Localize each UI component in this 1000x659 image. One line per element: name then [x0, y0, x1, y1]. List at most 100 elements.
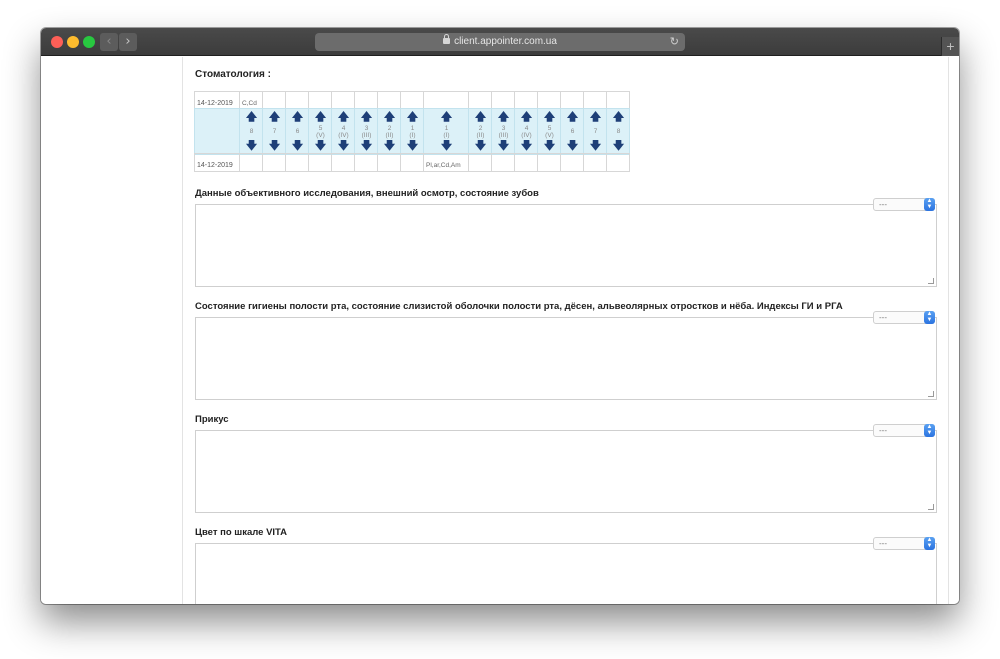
close-window-button[interactable] [51, 36, 63, 48]
arrow-down-icon[interactable]: 🡇 [538, 140, 561, 152]
arrow-down-icon[interactable]: 🡇 [607, 140, 630, 152]
tooth-cell[interactable]: 🡅 5 (V) 🡇 [308, 108, 332, 155]
arrow-up-icon[interactable]: 🡅 [538, 111, 561, 123]
tooth-label: 3 (III) [492, 125, 515, 139]
arrow-down-icon[interactable]: 🡇 [332, 140, 355, 152]
tooth-cell[interactable]: 🡅 6 🡇 [560, 108, 584, 155]
tooth-number-primary: (II) [476, 132, 485, 139]
field-textarea[interactable] [195, 543, 937, 604]
select-chevrons-icon[interactable]: ▲ ▼ [924, 424, 935, 437]
tooth-cell[interactable]: 🡅 2 (II) 🡇 [377, 108, 401, 155]
tooth-number: 6 [295, 128, 300, 135]
tooth-cell[interactable]: 🡅 3 (III) 🡇 [354, 108, 378, 155]
field-textarea[interactable] [195, 430, 937, 513]
reload-icon[interactable]: ↻ [670, 33, 679, 51]
arrow-down-icon[interactable]: 🡇 [424, 140, 469, 152]
tooth-cell[interactable]: 🡅 5 (V) 🡇 [537, 108, 561, 155]
tooth-cell[interactable]: 🡅 6 🡇 [285, 108, 309, 155]
tooth-cell[interactable]: 🡅 1 (I) 🡇 [423, 108, 469, 155]
arrow-up-icon[interactable]: 🡅 [332, 111, 355, 123]
select-chevrons-icon[interactable]: ▲ ▼ [924, 198, 935, 211]
arrow-down-icon[interactable]: 🡇 [469, 140, 492, 152]
tooth-cell[interactable]: 🡅 2 (II) 🡇 [468, 108, 492, 155]
tooth-number: 5 [547, 125, 552, 132]
arrow-up-icon[interactable]: 🡅 [401, 111, 424, 123]
arrow-up-icon[interactable]: 🡅 [355, 111, 378, 123]
arrow-down-icon[interactable]: 🡇 [515, 140, 538, 152]
tooth-number-primary: (II) [385, 132, 394, 139]
address-bar[interactable]: client.appointer.com.ua ↻ [315, 33, 685, 51]
resize-grip-icon[interactable] [928, 391, 934, 397]
arrow-up-icon[interactable]: 🡅 [286, 111, 309, 123]
tooth-cell[interactable]: 🡅 3 (III) 🡇 [491, 108, 515, 155]
tooth-cell[interactable]: 🡅 7 🡇 [583, 108, 607, 155]
arrow-down-icon[interactable]: 🡇 [378, 140, 401, 152]
tooth-label: 6 [561, 128, 584, 135]
tooth-cell[interactable]: 🡅 4 (IV) 🡇 [514, 108, 538, 155]
arrow-up-icon[interactable]: 🡅 [492, 111, 515, 123]
arrow-down-icon[interactable]: 🡇 [286, 140, 309, 152]
tooth-cell[interactable]: 🡅 7 🡇 [262, 108, 286, 155]
chart-bottom-mark-cell [239, 153, 263, 172]
arrow-down-icon[interactable]: 🡇 [263, 140, 286, 152]
tooth-label: 4 (IV) [515, 125, 538, 139]
arrow-up-icon[interactable]: 🡅 [378, 111, 401, 123]
back-button[interactable]: ‹ [100, 33, 118, 51]
template-select-value: --- [879, 426, 887, 435]
forward-button[interactable]: › [119, 33, 137, 51]
arrow-down-icon[interactable]: 🡇 [355, 140, 378, 152]
tooth-label: 8 [240, 128, 263, 135]
arrow-up-icon[interactable]: 🡅 [240, 111, 263, 123]
chart-bottom-mark [263, 162, 265, 169]
arrow-down-icon[interactable]: 🡇 [401, 140, 424, 152]
template-select[interactable]: --- ▲ ▼ [873, 537, 935, 550]
new-tab-button[interactable]: + [941, 37, 959, 56]
tooth-number: 2 [387, 125, 392, 132]
tooth-label: 4 (IV) [332, 125, 355, 139]
chevron-right-icon: › [125, 34, 131, 49]
arrow-down-icon[interactable]: 🡇 [492, 140, 515, 152]
select-chevrons-icon[interactable]: ▲ ▼ [924, 311, 935, 324]
chart-top-mark [515, 100, 517, 107]
field-textarea[interactable] [195, 317, 937, 400]
template-select[interactable]: --- ▲ ▼ [873, 424, 935, 437]
arrow-up-icon[interactable]: 🡅 [561, 111, 584, 123]
arrow-down-icon[interactable]: 🡇 [240, 140, 263, 152]
arrow-up-icon[interactable]: 🡅 [469, 111, 492, 123]
chart-bottom-mark [607, 162, 609, 169]
tooth-cell[interactable]: 🡅 8 🡇 [239, 108, 263, 155]
resize-grip-icon[interactable] [928, 504, 934, 510]
resize-grip-icon[interactable] [928, 278, 934, 284]
zoom-window-button[interactable] [83, 36, 95, 48]
chart-bottom-mark-cell [537, 153, 561, 172]
chart-bottom-mark-cell [262, 153, 286, 172]
arrow-up-icon[interactable]: 🡅 [584, 111, 607, 123]
tooth-number: 4 [524, 125, 529, 132]
arrow-up-icon[interactable]: 🡅 [263, 111, 286, 123]
chart-bottom-mark [561, 162, 563, 169]
arrow-up-icon[interactable]: 🡅 [607, 111, 630, 123]
arrow-up-icon[interactable]: 🡅 [309, 111, 332, 123]
tooth-cell[interactable]: 🡅 4 (IV) 🡇 [331, 108, 355, 155]
arrow-down-icon[interactable]: 🡇 [561, 140, 584, 152]
field-textarea[interactable] [195, 204, 937, 287]
minimize-window-button[interactable] [67, 36, 79, 48]
template-select[interactable]: --- ▲ ▼ [873, 198, 935, 211]
tooth-label: 7 [263, 128, 286, 135]
tooth-number: 7 [272, 128, 277, 135]
chart-bottom-mark [309, 162, 311, 169]
arrow-down-icon[interactable]: 🡇 [584, 140, 607, 152]
chart-bottom-mark [378, 162, 380, 169]
arrow-down-icon[interactable]: 🡇 [309, 140, 332, 152]
arrow-up-icon[interactable]: 🡅 [424, 111, 469, 123]
chart-top-mark [538, 100, 540, 107]
tooth-cell[interactable]: 🡅 1 (I) 🡇 [400, 108, 424, 155]
screenshot-stage: ‹ › client.appointer.com.ua ↻ + Стоматол… [0, 0, 1000, 659]
chart-bottom-mark: Pl,ar,Cd,Am [426, 162, 461, 169]
tooth-number: 7 [593, 128, 598, 135]
arrow-up-icon[interactable]: 🡅 [515, 111, 538, 123]
select-chevrons-icon[interactable]: ▲ ▼ [924, 537, 935, 550]
chart-top-mark [424, 100, 426, 107]
template-select[interactable]: --- ▲ ▼ [873, 311, 935, 324]
tooth-cell[interactable]: 🡅 8 🡇 [606, 108, 630, 155]
